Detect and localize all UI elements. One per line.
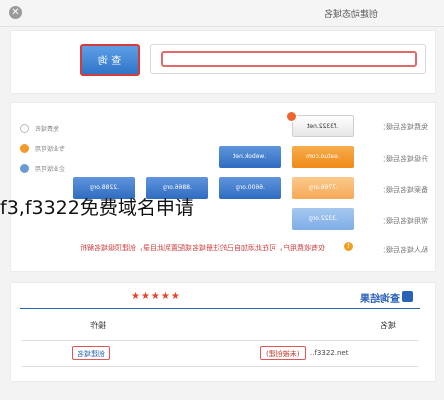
legend-item-enterprise: 企业版可用 <box>20 158 65 178</box>
suffix-tile-f3322[interactable]: .f3322.net <box>292 115 354 137</box>
dialog-window: ✕ 创建动态域名 查 询 免费域名 专业版可用 企业版可用 免费域名后缀： .f… <box>0 0 444 400</box>
create-domain-link[interactable]: 创建域名 <box>72 346 110 360</box>
query-button[interactable]: 查 询 <box>80 44 140 76</box>
suffix-tile-6600[interactable]: .6600.org <box>219 177 281 199</box>
legend-label-free: 免费域名 <box>35 125 60 133</box>
column-header-domain: 域名 <box>380 321 396 330</box>
info-icon: ! <box>344 242 353 251</box>
row-label-private: 私人域名后缀： <box>379 246 428 254</box>
notice-text: 仅有收费用户，可在此添加自己的注册域名或配置到此目录，创建顶级域名解析 <box>80 244 325 252</box>
selected-badge-icon <box>286 111 297 122</box>
column-header-action: 操作 <box>90 321 106 330</box>
blue-circle-icon <box>20 163 29 173</box>
window-title: 创建动态域名 <box>323 10 378 20</box>
suffix-tile-eatuo[interactable]: .eatuo.com <box>292 146 354 168</box>
results-icon <box>402 291 413 302</box>
domain-input-frame <box>150 44 426 74</box>
legend-item-free: 免费域名 <box>20 118 65 138</box>
result-status: (未被创建) <box>260 346 306 360</box>
orange-circle-icon <box>20 143 29 153</box>
suffix-tile-7766[interactable]: .7766.org <box>292 177 354 199</box>
table-divider <box>22 366 418 367</box>
suffix-tile-label: .6600.org <box>235 184 265 191</box>
row-label-record: 备案域名后缀： <box>379 186 428 194</box>
row-label-common: 常用域名后缀： <box>379 217 428 225</box>
close-icon[interactable]: ✕ <box>9 6 22 19</box>
result-status-label: (未被创建) <box>266 350 300 358</box>
suffix-tile-label: .eatuo.com <box>306 153 340 160</box>
stars-decoration: ★★★★★ <box>131 291 181 302</box>
legend-label-enterprise: 企业版可用 <box>35 165 66 173</box>
table-divider <box>22 340 418 341</box>
legend-label-pro: 专业版可用 <box>35 145 66 153</box>
legend-item-pro: 专业版可用 <box>20 138 65 158</box>
row-label-upgrade: 升级域名后缀： <box>379 155 428 163</box>
suffix-tile-label: .webok.net <box>233 153 267 160</box>
suffix-tile-label: .3322.org <box>308 215 338 222</box>
suffix-tile-webok[interactable]: .webok.net <box>219 146 281 168</box>
result-domain: ..f3322.net <box>310 349 349 357</box>
create-domain-label: 创建域名 <box>77 350 105 358</box>
overlay-caption: f3,f3322免费域名申请 <box>0 197 194 219</box>
domain-input-box <box>161 51 417 67</box>
circle-outline-icon <box>20 123 29 133</box>
suffix-tile-label: .f3322.net <box>307 123 339 130</box>
domain-input[interactable] <box>163 53 415 65</box>
title-bar: ✕ 创建动态域名 <box>0 0 444 27</box>
row-label-free: 免费域名后缀： <box>379 123 428 131</box>
results-divider <box>20 308 420 309</box>
query-button-label: 查 询 <box>98 56 122 67</box>
suffix-tile-label: .7766.org <box>308 184 338 191</box>
suffix-tile-3322[interactable]: .3322.org <box>292 208 354 230</box>
legend: 免费域名 专业版可用 企业版可用 <box>20 118 65 178</box>
results-title: 查询结果 <box>360 294 400 305</box>
